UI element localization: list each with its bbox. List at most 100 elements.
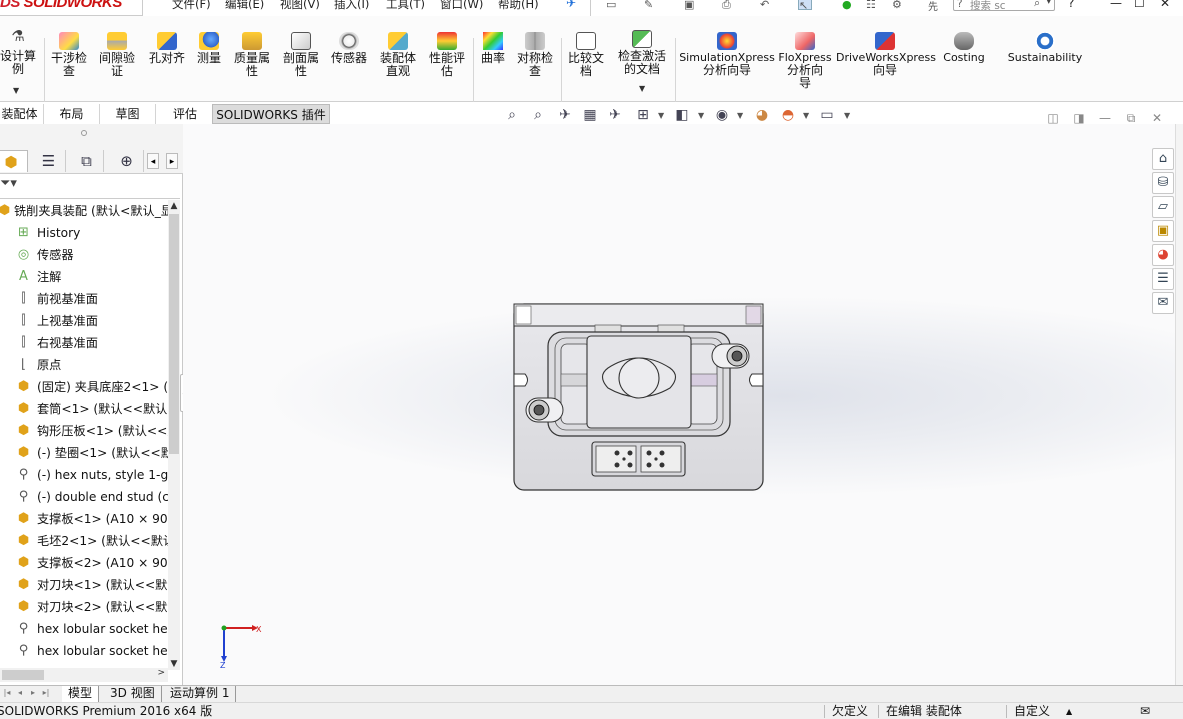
- chevron-down-icon[interactable]: ▼: [658, 111, 664, 120]
- menu-help[interactable]: 帮助(H): [498, 0, 539, 12]
- driveworksxpress-button[interactable]: DriveWorksXpress 向导: [836, 32, 936, 77]
- dimxpert-tab[interactable]: ⊕: [110, 150, 144, 172]
- view-palette-icon[interactable]: ▣: [1152, 220, 1174, 242]
- file-props-icon[interactable]: ☷: [866, 0, 880, 11]
- menu-insert[interactable]: 插入(I): [334, 0, 369, 12]
- undo-icon[interactable]: ↶: [760, 0, 774, 11]
- chevron-up-icon[interactable]: ▲: [168, 200, 180, 212]
- rebuild-icon[interactable]: ●: [842, 0, 856, 11]
- new-doc-icon[interactable]: ▭: [606, 0, 620, 11]
- viewport-close-button[interactable]: ✕: [1150, 111, 1164, 125]
- perf-eval-button[interactable]: 性能评估: [425, 32, 469, 78]
- featuremanager-tab[interactable]: ⬢: [0, 150, 28, 172]
- appearances-icon[interactable]: ◕: [1152, 244, 1174, 266]
- options-gear-icon[interactable]: ⚙: [892, 0, 906, 11]
- next-tab-icon[interactable]: ▸: [28, 688, 38, 700]
- apply-scene-icon[interactable]: ◓: [779, 106, 797, 124]
- check-active-doc-button[interactable]: 检查激活 的文档: [613, 30, 671, 76]
- chevron-down-icon[interactable]: ▼: [698, 111, 704, 120]
- floxpress-button[interactable]: FloXpress 分析向导: [776, 32, 834, 90]
- chevron-down-icon[interactable]: ▼: [844, 111, 850, 120]
- pin-icon[interactable]: ✈: [566, 0, 576, 10]
- split-view-right-icon[interactable]: ◨: [1072, 111, 1086, 125]
- menu-edit[interactable]: 编辑(E): [225, 0, 264, 12]
- interference-button[interactable]: 干涉检查: [47, 32, 91, 78]
- solidworks-logo[interactable]: DS SOLIDWORKS: [0, 0, 143, 16]
- search-box[interactable]: ? 搜索 sc ⌕ ▾: [953, 0, 1055, 11]
- sensor-button[interactable]: 传感器: [327, 32, 371, 65]
- prev-tab-icon[interactable]: ◂: [15, 688, 25, 700]
- fixture-model[interactable]: [183, 124, 1175, 685]
- file-explorer-icon[interactable]: ▱: [1152, 196, 1174, 218]
- save-icon[interactable]: ▣: [684, 0, 698, 11]
- dynamic-annotation-icon[interactable]: ✈: [606, 106, 624, 124]
- edit-appearance-icon[interactable]: ◕: [753, 106, 771, 124]
- mass-props-button[interactable]: 质量属性: [230, 32, 274, 78]
- clearance-button[interactable]: 间隙验证: [95, 32, 139, 78]
- tab-3d-views[interactable]: 3D 视图: [104, 686, 162, 702]
- curvature-button[interactable]: 曲率: [476, 32, 510, 65]
- measure-button[interactable]: 测量: [192, 32, 226, 65]
- chevron-down-icon[interactable]: ▼: [13, 86, 19, 95]
- chevron-right-icon[interactable]: >: [157, 668, 165, 678]
- solidworks-resources-icon[interactable]: ⌂: [1152, 148, 1174, 170]
- viewport-restore-button[interactable]: ⧉: [1124, 111, 1138, 125]
- costing-button[interactable]: Costing: [938, 32, 990, 64]
- previous-view-icon[interactable]: ✈: [556, 106, 574, 124]
- simulationxpress-button[interactable]: SimulationXpress 分析向导: [678, 32, 776, 77]
- chevron-left-icon[interactable]: ◂: [147, 153, 159, 169]
- tree-horizontal-scrollbar[interactable]: >: [0, 668, 168, 682]
- tab-layout[interactable]: 布局: [44, 104, 100, 124]
- tab-motion-study[interactable]: 运动算例 1: [164, 686, 237, 702]
- configurationmanager-tab[interactable]: ⧉: [70, 150, 104, 172]
- compare-docs-button[interactable]: 比较文档: [564, 32, 608, 78]
- hole-align-button[interactable]: 孔对齐: [145, 32, 189, 65]
- comments-icon[interactable]: ✉: [1140, 704, 1150, 719]
- menu-file[interactable]: 文件(F): [172, 0, 211, 12]
- menu-tools[interactable]: 工具(T): [386, 0, 425, 12]
- zoom-to-fit-icon[interactable]: ⌕: [503, 106, 521, 124]
- tab-model[interactable]: 模型: [62, 686, 100, 702]
- tab-solidworks-addins[interactable]: SOLIDWORKS 插件: [212, 104, 330, 124]
- forum-icon[interactable]: ✉: [1152, 292, 1174, 314]
- chevron-down-icon[interactable]: ▼: [639, 84, 645, 93]
- split-view-icon[interactable]: ◫: [1046, 111, 1060, 125]
- scroll-thumb[interactable]: [2, 670, 44, 680]
- more-icon[interactable]: 先: [928, 0, 942, 13]
- scroll-thumb[interactable]: [169, 214, 179, 454]
- print-icon[interactable]: ⎙: [722, 0, 736, 11]
- chevron-down-icon[interactable]: ▼: [803, 111, 809, 120]
- section-props-button[interactable]: 剖面属性: [279, 32, 323, 78]
- tree-vertical-scrollbar[interactable]: ▲ ▼: [168, 200, 180, 670]
- tab-assembly[interactable]: 装配体: [0, 104, 44, 124]
- units-selector[interactable]: 自定义: [1014, 704, 1050, 719]
- minimize-button[interactable]: —: [1110, 0, 1122, 10]
- chevron-right-icon[interactable]: ▸: [166, 153, 178, 169]
- chevron-down-icon[interactable]: ▾: [1046, 0, 1051, 7]
- chevron-down-icon[interactable]: ▼: [168, 658, 180, 670]
- chevron-down-icon[interactable]: ▼: [737, 111, 743, 120]
- chevron-up-icon[interactable]: ▲: [1066, 704, 1072, 719]
- symmetry-button[interactable]: 对称检查: [513, 32, 557, 78]
- menu-window[interactable]: 窗口(W): [440, 0, 483, 12]
- sustainability-button[interactable]: Sustainability: [1004, 32, 1086, 64]
- custom-properties-icon[interactable]: ☰: [1152, 268, 1174, 290]
- magnifier-icon[interactable]: ⌕: [1034, 0, 1040, 10]
- display-style-icon[interactable]: ◧: [673, 106, 691, 124]
- tab-sketch[interactable]: 草图: [100, 104, 156, 124]
- help-icon[interactable]: ?: [1068, 0, 1074, 10]
- viewport-minimize-button[interactable]: —: [1098, 111, 1112, 125]
- graphics-area[interactable]: [183, 124, 1175, 685]
- maximize-button[interactable]: ☐: [1134, 0, 1145, 10]
- design-study-button[interactable]: ⚗ 设计算例: [0, 29, 40, 76]
- view-settings-icon[interactable]: ▭: [818, 106, 836, 124]
- close-button[interactable]: ✕: [1160, 0, 1170, 10]
- propertymanager-tab[interactable]: ☰: [32, 150, 66, 172]
- assembly-visual-button[interactable]: 装配体 直观: [376, 32, 420, 78]
- select-icon[interactable]: ↖: [798, 0, 812, 12]
- filter-icon[interactable]: ⏷▾: [0, 176, 17, 191]
- tab-evaluate[interactable]: 评估: [158, 104, 212, 124]
- zoom-to-area-icon[interactable]: ⌕: [529, 106, 547, 124]
- hide-show-items-icon[interactable]: ◉: [713, 106, 731, 124]
- section-view-icon[interactable]: ▦: [581, 106, 599, 124]
